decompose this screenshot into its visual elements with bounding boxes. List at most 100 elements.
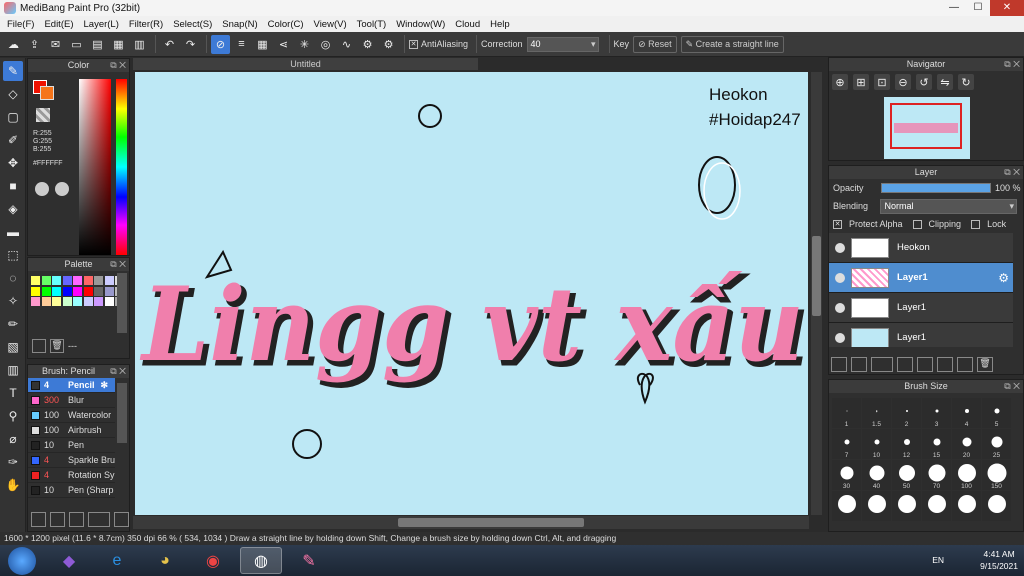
palette-scrollbar[interactable] (117, 273, 127, 333)
brush-size-cell[interactable] (832, 491, 861, 521)
palette-swatch[interactable] (62, 286, 72, 296)
protect-alpha-checkbox[interactable]: ✕ (833, 219, 842, 229)
coc-coc-browser-icon[interactable]: ◕ (144, 547, 186, 574)
panel-controls-icon[interactable]: ⧉ ✕ (1004, 58, 1020, 71)
brush-item[interactable]: 4 Rotation Sy (28, 468, 115, 483)
brush-size-cell[interactable]: 1.5 (862, 398, 891, 428)
chrome-icon[interactable]: ◉ (192, 547, 234, 574)
menu-select[interactable]: Select(S) (168, 19, 217, 30)
brush-size-cell[interactable]: 20 (952, 429, 981, 459)
input-language[interactable]: EN (932, 555, 944, 565)
add-palette-icon[interactable] (32, 339, 46, 353)
palette-swatch[interactable] (52, 276, 61, 285)
menu-help[interactable]: Help (485, 19, 515, 30)
divide-tool-icon[interactable]: ▥ (3, 360, 23, 380)
delete-layer-icon[interactable]: 🗑 (977, 357, 993, 372)
brush-size-cell[interactable]: 150 (982, 460, 1011, 490)
canvas-horizontal-scrollbar[interactable] (133, 516, 809, 529)
palette-swatch[interactable] (41, 286, 51, 296)
comment-icon[interactable]: ✉ (46, 35, 65, 54)
menu-layer[interactable]: Layer(L) (79, 19, 124, 30)
brush-settings-icon[interactable] (31, 512, 46, 527)
magic-wand-tool-icon[interactable]: ✧ (3, 291, 23, 311)
panel-controls-icon[interactable]: ⧉ ✕ (110, 365, 126, 378)
palette-swatch[interactable] (41, 276, 51, 285)
color-picker-icon[interactable] (55, 182, 69, 196)
palette-swatch[interactable] (83, 297, 93, 306)
brush-size-cell[interactable]: 4 (952, 398, 981, 428)
upload-icon[interactable]: ⇪ (25, 35, 44, 54)
select-eraser-tool-icon[interactable]: ▧ (3, 337, 23, 357)
brush-size-cell[interactable]: 30 (832, 460, 861, 490)
panel-controls-icon[interactable]: ⧉ ✕ (110, 258, 126, 271)
eyedropper-tool-icon[interactable]: ⌀ (3, 429, 23, 449)
folder-icon[interactable] (897, 357, 913, 372)
opacity-slider[interactable] (881, 183, 991, 193)
brush-menu-icon[interactable] (88, 512, 110, 527)
menu-color[interactable]: Color(C) (263, 19, 309, 30)
brush-size-cell[interactable]: 3 (922, 398, 951, 428)
brush-item[interactable]: 300 Blur (28, 393, 115, 408)
panel-controls-icon[interactable]: ⧉ ✕ (1004, 380, 1020, 393)
operation-tool-icon[interactable]: ⚲ (3, 406, 23, 426)
palette-swatch[interactable] (83, 286, 93, 296)
visibility-eye-icon[interactable] (835, 332, 845, 343)
document-tab[interactable]: Untitled (133, 58, 478, 70)
secondary-color-swatch[interactable] (40, 86, 54, 100)
settings-icon[interactable]: ⚙ (379, 35, 398, 54)
layer-row[interactable]: Heokon (829, 233, 1013, 263)
curve-snap-icon[interactable]: ∿ (337, 35, 356, 54)
brush-size-cell[interactable]: 5 (982, 398, 1011, 428)
lasso-tool-icon[interactable]: ◌ (3, 268, 23, 288)
horizontal-scroll-thumb[interactable] (398, 518, 584, 527)
perspective-snap-icon[interactable]: ⋖ (274, 35, 293, 54)
visual-studio-icon[interactable]: ◆ (48, 547, 90, 574)
dot-tool-icon[interactable]: ✐ (3, 130, 23, 150)
copy-brush-icon[interactable] (69, 512, 84, 527)
fit-icon[interactable]: ⊞ (853, 74, 869, 90)
brush-delete-icon[interactable] (114, 512, 129, 527)
paint-app-icon[interactable]: ✎ (288, 547, 330, 574)
book-icon[interactable]: ▥ (130, 35, 149, 54)
drawing-canvas[interactable]: Heokon #Hoidap247 Lingg vt xấu Lingg vt … (135, 72, 808, 515)
menu-view[interactable]: View(V) (309, 19, 352, 30)
internet-explorer-icon[interactable]: e (96, 547, 138, 574)
cloud-icon[interactable]: ☁ (4, 35, 23, 54)
brush-size-cell[interactable]: 7 (832, 429, 861, 459)
parallel-snap-icon[interactable]: ≡ (232, 35, 251, 54)
layer-settings-icon[interactable] (957, 357, 973, 372)
canvas-vertical-scrollbar[interactable] (811, 72, 822, 515)
menu-file[interactable]: File(F) (2, 19, 39, 30)
brush-item[interactable]: 4 Sparkle Bru (28, 453, 115, 468)
trash-icon[interactable]: 🗑 (50, 339, 64, 353)
fill-rect-tool-icon[interactable]: ■ (3, 176, 23, 196)
close-button[interactable]: ✕ (990, 0, 1024, 16)
panel-controls-icon[interactable]: ⧉ ✕ (1004, 166, 1020, 179)
brush-size-cell[interactable]: 2 (892, 398, 921, 428)
navigator-preview[interactable] (884, 97, 970, 159)
layer-add-menu-icon[interactable] (871, 357, 893, 372)
palette-swatch[interactable] (73, 276, 82, 285)
brush-size-cell[interactable] (982, 491, 1011, 521)
brush-item[interactable]: 100 Airbrush (28, 423, 115, 438)
palette-swatch[interactable] (104, 276, 114, 285)
palette-swatch[interactable] (31, 297, 40, 306)
medibang-taskbar-icon[interactable]: ◍ (240, 547, 282, 574)
layer-row[interactable]: Layer1 (829, 293, 1013, 323)
palette-swatch[interactable] (94, 286, 103, 296)
brush-size-cell[interactable]: 40 (862, 460, 891, 490)
brush-item[interactable]: 4 Pencil ✻ (28, 378, 115, 393)
menu-cloud[interactable]: Cloud (450, 19, 485, 30)
redo-icon[interactable]: ↷ (181, 35, 200, 54)
radial-snap-icon[interactable]: ✳ (295, 35, 314, 54)
hand-tool-icon[interactable]: ✋ (3, 475, 23, 495)
color-wheel-icon[interactable] (35, 182, 49, 196)
brush-size-cell[interactable] (922, 491, 951, 521)
rotate-left-icon[interactable]: ↺ (916, 74, 932, 90)
zoom-in-icon[interactable]: ⊕ (832, 74, 848, 90)
brush-size-cell[interactable]: 10 (862, 429, 891, 459)
menu-edit[interactable]: Edit(E) (39, 19, 78, 30)
page-icon[interactable]: ▤ (88, 35, 107, 54)
palette-swatch[interactable] (104, 297, 114, 306)
palette-swatch[interactable] (52, 297, 61, 306)
